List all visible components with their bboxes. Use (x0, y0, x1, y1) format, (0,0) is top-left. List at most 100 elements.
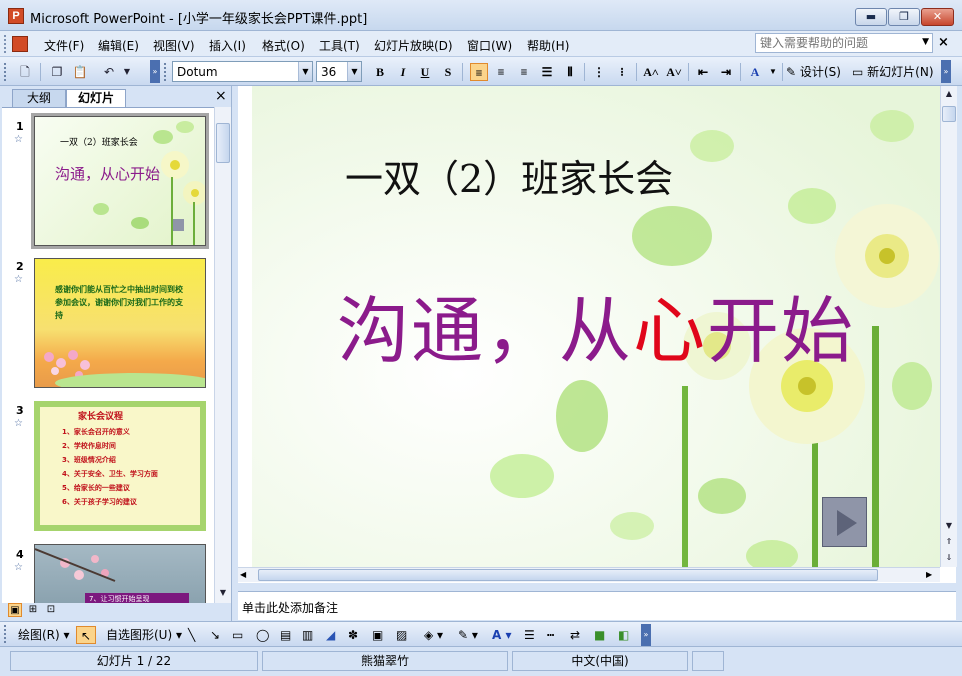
chevron-down-icon[interactable]: ▼ (764, 63, 782, 81)
underline-button[interactable]: U (416, 63, 434, 81)
font-size-select[interactable]: 36 ▼ (316, 61, 362, 82)
align-left-icon[interactable]: ≡ (470, 63, 488, 81)
shadow-button[interactable]: S (439, 63, 457, 81)
powerpoint-icon[interactable]: P (8, 8, 24, 24)
autoshapes-button[interactable]: 自选图形(U) ▾ (106, 626, 182, 644)
paste-icon[interactable]: 📋 (71, 63, 89, 81)
line-color-icon[interactable]: ✎ ▾ (458, 626, 478, 644)
increase-indent-icon[interactable]: ⇥ (717, 63, 735, 81)
decrease-font-icon[interactable]: A˅ (665, 63, 683, 81)
tab-outline[interactable]: 大纲 (12, 89, 66, 107)
close-button[interactable]: ✕ (921, 8, 954, 26)
menu-format[interactable]: 格式(O) (262, 37, 305, 54)
slide-thumbnail-2[interactable]: 感谢你们能从百忙之中抽出时间到校参加会议，谢谢你们对我们工作的支持 (34, 258, 206, 388)
close-document-button[interactable]: × (938, 35, 949, 50)
distribute-icon[interactable]: ⦀ (561, 63, 579, 81)
tab-slides[interactable]: 幻灯片 (66, 89, 126, 107)
document-icon[interactable] (12, 36, 28, 52)
numbering-icon[interactable]: ⋮ (590, 63, 608, 81)
design-button[interactable]: ✎ 设计(S) (786, 63, 841, 81)
maximize-button[interactable]: ❐ (888, 8, 920, 26)
justify-icon[interactable]: ☰ (538, 63, 556, 81)
rectangle-icon[interactable]: ▭ (232, 626, 243, 644)
slide-horizontal-scrollbar[interactable]: ◀ ▶ (238, 567, 940, 582)
align-right-icon[interactable]: ≡ (515, 63, 533, 81)
chevron-down-icon[interactable]: ▼ (922, 37, 929, 47)
scrollbar-thumb[interactable] (942, 106, 956, 122)
shadow-style-icon[interactable]: ■ (594, 626, 605, 644)
font-color-icon[interactable]: A ▾ (492, 626, 512, 644)
font-name-select[interactable]: Dotum ▼ (172, 61, 313, 82)
slide-thumbnail-3[interactable]: 家长会议程 1、家长会召开的意义 2、学校作息时间 3、班级情况介绍 4、关于安… (34, 401, 206, 531)
bold-button[interactable]: B (371, 63, 389, 81)
previous-slide-icon[interactable]: ⇑ (942, 534, 956, 550)
align-center-icon[interactable]: ≡ (492, 63, 510, 81)
menu-file[interactable]: 文件(F) (44, 37, 84, 54)
play-action-button[interactable] (822, 497, 867, 547)
new-slide-button[interactable]: ▭ 新幻灯片(N) (852, 63, 934, 81)
slide-subtitle[interactable]: 沟通，从心开始 (337, 272, 855, 377)
increase-font-icon[interactable]: A˄ (642, 63, 660, 81)
chevron-down-icon[interactable]: ▼ (298, 62, 312, 81)
menu-window[interactable]: 窗口(W) (467, 37, 512, 54)
slide-vertical-scrollbar[interactable]: ▲ ▼ ⇑ ⇓ (940, 86, 957, 567)
chevron-down-icon[interactable]: ▼ (118, 63, 136, 81)
textbox-icon[interactable]: ▤ (280, 626, 291, 644)
notes-placeholder[interactable]: 单击此处添加备注 (242, 599, 338, 616)
slide-sorter-icon[interactable]: ⊞ (26, 603, 40, 617)
copy-icon[interactable]: ❐ (48, 63, 66, 81)
new-document-icon[interactable]: 🗋 (16, 63, 34, 81)
scroll-down-icon[interactable]: ▼ (216, 585, 230, 601)
wordart-icon[interactable]: ◢ (326, 626, 335, 644)
decrease-indent-icon[interactable]: ⇤ (694, 63, 712, 81)
notes-pane[interactable]: 单击此处添加备注 (238, 591, 956, 620)
thumbnails-scrollbar[interactable]: ▼ (214, 107, 231, 603)
menu-edit[interactable]: 编辑(E) (98, 37, 139, 54)
arrow-style-icon[interactable]: ⇄ (570, 626, 580, 644)
slide-thumbnail-4[interactable]: 7、让习惯开始呈现 (34, 544, 206, 603)
scroll-up-icon[interactable]: ▲ (942, 86, 956, 102)
line-icon[interactable]: ╲ (188, 626, 195, 644)
toolbar-options-button[interactable]: » (150, 60, 160, 83)
slideshow-icon[interactable]: ⊡ (44, 603, 58, 617)
dash-style-icon[interactable]: ┅ (547, 626, 554, 644)
menu-insert[interactable]: 插入(I) (209, 37, 246, 54)
help-search-input[interactable] (756, 34, 912, 52)
normal-view-icon[interactable]: ▣ (8, 603, 22, 617)
picture-icon[interactable]: ▨ (396, 626, 407, 644)
menu-slideshow[interactable]: 幻灯片放映(D) (374, 37, 453, 54)
help-search[interactable]: ▼ (755, 33, 933, 53)
fill-color-icon[interactable]: ◈ ▾ (424, 626, 443, 644)
undo-icon[interactable]: ↶ (100, 63, 118, 81)
toolbar-grip[interactable] (4, 63, 8, 81)
bullets-icon[interactable]: ⁝ (613, 63, 631, 81)
slide-title[interactable]: 一双（2）班家长会 (345, 148, 673, 203)
slide-thumbnail-1[interactable]: 一双（2）班家长会 沟通，从心开始 (31, 113, 209, 249)
scrollbar-thumb[interactable] (216, 123, 230, 163)
toolbar-grip[interactable] (4, 625, 8, 643)
vertical-textbox-icon[interactable]: ▥ (302, 626, 313, 644)
toolbar-grip[interactable] (164, 63, 168, 81)
3d-style-icon[interactable]: ◧ (618, 626, 629, 644)
menu-help[interactable]: 帮助(H) (527, 37, 569, 54)
toolbar-options-button[interactable]: » (641, 624, 651, 646)
draw-menu-button[interactable]: 绘图(R) ▾ (18, 626, 70, 644)
scrollbar-thumb[interactable] (258, 569, 878, 581)
font-color-icon[interactable]: A (746, 63, 764, 81)
scroll-right-icon[interactable]: ▶ (926, 568, 932, 582)
clipart-icon[interactable]: ▣ (372, 626, 383, 644)
menu-view[interactable]: 视图(V) (153, 37, 195, 54)
chevron-down-icon[interactable]: ▼ (347, 62, 361, 81)
scroll-down-icon[interactable]: ▼ (942, 518, 956, 534)
oval-icon[interactable]: ◯ (256, 626, 269, 644)
menu-grip[interactable] (4, 35, 8, 53)
line-style-icon[interactable]: ☰ (524, 626, 535, 644)
toolbar-options-button[interactable]: » (941, 60, 951, 83)
panel-close-button[interactable]: × (215, 88, 227, 104)
menu-tools[interactable]: 工具(T) (319, 37, 360, 54)
select-pointer-icon[interactable]: ↖ (76, 626, 96, 644)
italic-button[interactable]: I (394, 63, 412, 81)
scroll-left-icon[interactable]: ◀ (240, 568, 246, 582)
diagram-icon[interactable]: ✽ (348, 626, 358, 644)
arrow-icon[interactable]: ↘ (210, 626, 220, 644)
